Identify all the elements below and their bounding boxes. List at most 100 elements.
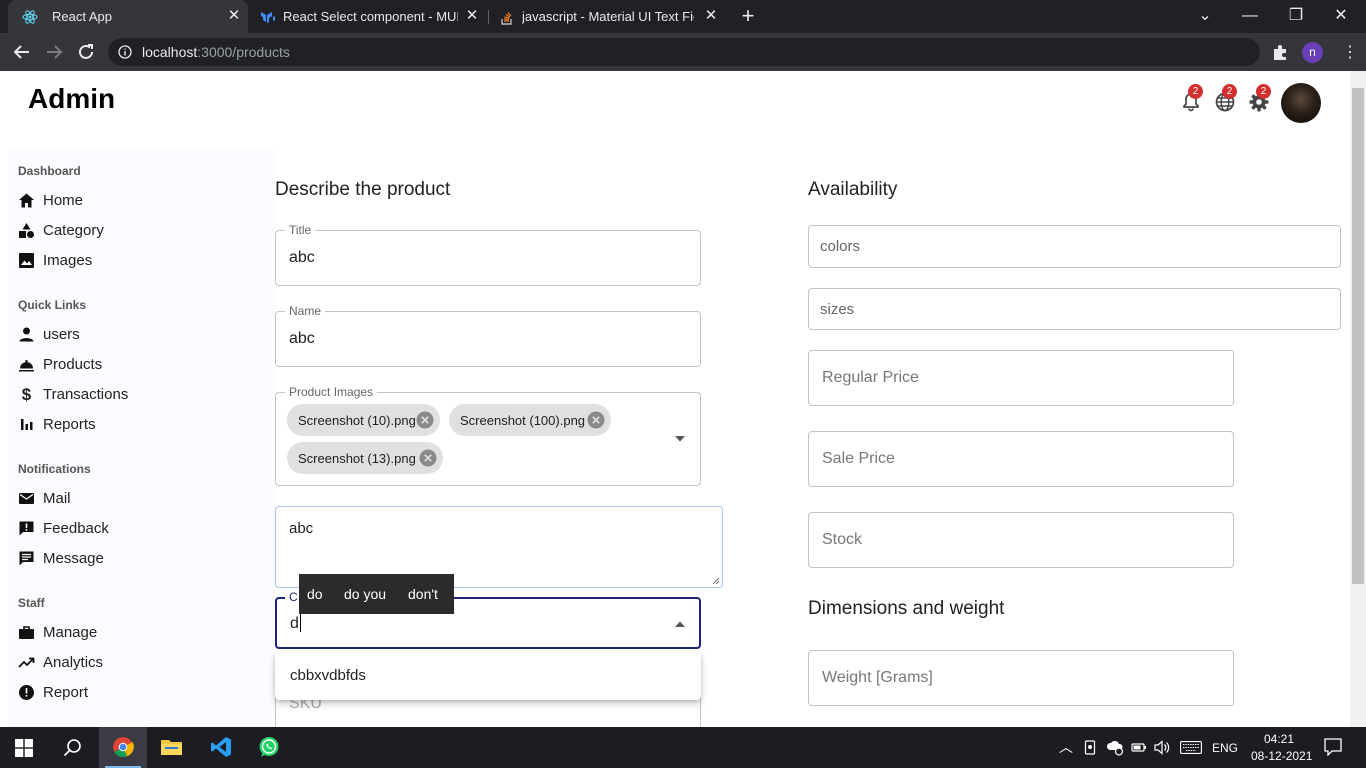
name-value: abc [289, 330, 315, 347]
suggestion-item[interactable]: don't [408, 586, 438, 602]
close-tab-icon[interactable]: ✕ [226, 8, 242, 24]
clock-date[interactable]: 08-12-2021 [1251, 749, 1312, 763]
restore-button[interactable]: ❐ [1286, 6, 1306, 26]
sidebar-item-manage[interactable]: Manage [18, 620, 97, 644]
title-field[interactable]: Title abc [275, 223, 701, 286]
name-label: Name [285, 304, 326, 318]
forward-icon[interactable] [44, 42, 64, 62]
tab-react-app[interactable]: React App ✕ [8, 0, 248, 33]
sidebar-item-message[interactable]: Message [18, 546, 104, 570]
reload-icon[interactable] [76, 42, 96, 62]
onedrive-sync-icon[interactable] [1106, 739, 1124, 756]
category-input-value: d [290, 615, 299, 632]
product-images-select[interactable]: Product Images Screenshot (10).png Scree… [275, 385, 701, 486]
chip-label: Screenshot (13).png [298, 450, 416, 466]
colors-input[interactable]: colors [808, 225, 1341, 268]
suggestion-item[interactable]: do you [344, 586, 386, 602]
site-info-icon[interactable] [118, 45, 132, 59]
tab-label: React App [52, 9, 112, 24]
sidebar-item-home[interactable]: Home [18, 188, 83, 212]
scrollbar-thumb[interactable] [1352, 88, 1364, 584]
user-avatar[interactable] [1281, 83, 1321, 123]
sidebar-item-label: Mail [43, 489, 71, 507]
weight-input[interactable]: Weight [Grams] [808, 650, 1234, 706]
tab-mui[interactable]: React Select component - MUI ✕ [248, 0, 488, 33]
volume-icon[interactable] [1154, 740, 1170, 755]
bar-chart-icon [21, 418, 33, 430]
profile-avatar[interactable]: n [1302, 42, 1323, 63]
battery-icon[interactable] [1131, 740, 1147, 755]
meet-now-icon[interactable] [1084, 740, 1098, 755]
title-label: Title [285, 223, 316, 237]
clock-time[interactable]: 04:21 [1264, 732, 1294, 746]
autocomplete-arrow-up-icon[interactable] [674, 620, 686, 628]
taskbar-vscode[interactable] [197, 727, 245, 768]
browser-tab-bar: React App ✕ React Select component - MUI… [0, 0, 1366, 33]
sidebar-item-label: Home [43, 191, 84, 209]
image-chip: Screenshot (10).png [287, 404, 440, 436]
trending-up-icon [18, 657, 35, 668]
sidebar-item-products[interactable]: Products [18, 352, 102, 376]
language-indicator[interactable]: ENG [1212, 741, 1238, 755]
sale-price-input[interactable]: Sale Price [808, 431, 1234, 487]
back-icon[interactable] [12, 42, 32, 62]
report-icon [19, 684, 34, 700]
image-chip: Screenshot (13).png [287, 442, 443, 474]
sidebar-item-report[interactable]: Report [18, 680, 88, 704]
sidebar-item-images[interactable]: Images [18, 248, 92, 272]
extensions-icon[interactable] [1270, 42, 1290, 62]
close-tab-icon[interactable]: ✕ [464, 8, 480, 24]
sidebar-item-category[interactable]: Category [18, 218, 104, 242]
close-window-button[interactable]: ✕ [1331, 6, 1351, 26]
sidebar-item-label: Images [43, 251, 93, 269]
sidebar-item-mail[interactable]: Mail [18, 486, 71, 510]
minimize-button[interactable]: — [1240, 6, 1260, 26]
sizes-placeholder: sizes [820, 301, 855, 318]
image-icon [19, 252, 34, 268]
sidebar-item-analytics[interactable]: Analytics [18, 650, 103, 674]
new-tab-button[interactable]: + [738, 5, 758, 27]
tray-chevron-up-icon[interactable]: ︿ [1059, 737, 1073, 757]
mui-icon [261, 12, 275, 23]
description-value: abc [289, 520, 314, 537]
taskbar-whatsapp[interactable] [245, 727, 293, 768]
close-tab-icon[interactable]: ✕ [703, 8, 719, 24]
chip-delete-icon[interactable] [416, 411, 434, 429]
chip-delete-icon[interactable] [419, 449, 437, 467]
chip-delete-icon[interactable] [587, 411, 605, 429]
taskbar-file-explorer[interactable] [147, 727, 195, 768]
sidebar-item-reports[interactable]: Reports [18, 412, 96, 436]
dropdown-arrow-icon[interactable] [674, 435, 686, 443]
notification-center-icon[interactable] [1324, 738, 1342, 756]
category-option[interactable]: cbbxvdbfds [290, 667, 366, 684]
keyboard-icon[interactable] [1180, 741, 1202, 754]
sidebar-item-label: Report [43, 683, 89, 701]
availability-heading: Availability [808, 179, 898, 200]
sizes-input[interactable]: sizes [808, 288, 1341, 330]
browser-menu-icon[interactable]: ⋮ [1342, 42, 1358, 62]
stackoverflow-icon [501, 12, 512, 25]
folder-icon [161, 740, 182, 755]
tab-search-icon[interactable]: ⌄ [1195, 6, 1215, 26]
name-field[interactable]: Name abc [275, 304, 701, 367]
sidebar-item-feedback[interactable]: Feedback [18, 516, 109, 540]
tab-stackoverflow[interactable]: javascript - Material UI Text Field ✕ [489, 0, 729, 33]
sidebar-section-dashboard: Dashboard [18, 164, 81, 178]
dollar-icon: $ [21, 384, 32, 404]
briefcase-icon [19, 625, 34, 639]
vscode-icon [211, 737, 231, 757]
taskbar-chrome[interactable] [99, 727, 147, 768]
page-content: Admin 2 2 2 Dashboard Home Category Imag… [0, 71, 1350, 727]
windows-start-icon[interactable] [15, 739, 33, 757]
sidebar-item-transactions[interactable]: $ Transactions [18, 382, 129, 406]
message-icon [19, 551, 34, 565]
products-icon [19, 359, 34, 371]
suggestion-item[interactable]: do [307, 586, 323, 602]
search-icon[interactable] [63, 738, 82, 757]
stock-input[interactable]: Stock [808, 512, 1234, 568]
sidebar-item-users[interactable]: users [18, 322, 80, 346]
resize-handle-icon[interactable] [712, 577, 720, 585]
regular-price-input[interactable]: Regular Price [808, 350, 1234, 406]
url-host: localhost [142, 44, 198, 60]
feedback-icon [19, 521, 34, 535]
